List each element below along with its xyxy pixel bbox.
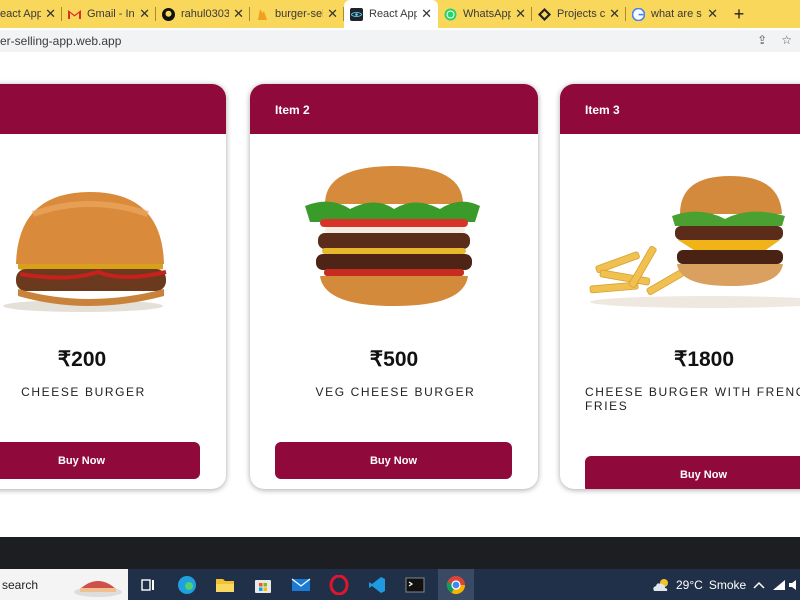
tab-title: Gmail - Inb xyxy=(87,8,135,20)
product-card-1: ₹200 CHEESE BURGER Buy Now xyxy=(0,84,226,489)
windows-taskbar: search 29°C Smoke xyxy=(0,569,800,600)
gmail-icon xyxy=(68,8,81,21)
tab-react-app-active[interactable]: React App ✕ xyxy=(344,0,438,28)
file-explorer-icon[interactable] xyxy=(214,574,236,596)
tab-gmail[interactable]: Gmail - Inb ✕ xyxy=(62,0,156,28)
chevron-up-icon[interactable] xyxy=(748,574,770,596)
product-card-2: Item 2 ₹500 VEG CHEESE BURGER Buy Now xyxy=(250,84,538,489)
close-icon[interactable]: ✕ xyxy=(45,6,56,22)
close-icon[interactable]: ✕ xyxy=(327,6,338,22)
tab-title: burger-sell xyxy=(275,8,324,20)
firebase-icon xyxy=(256,8,269,21)
url-text: er-selling-app.web.app xyxy=(0,34,122,48)
card-product-name: CHEESE BURGER WITH FRENCH FRIES xyxy=(585,385,800,413)
edge-icon[interactable] xyxy=(176,574,198,596)
tab-title: rahul0303 xyxy=(181,8,230,20)
buy-now-button[interactable]: Buy Now xyxy=(0,442,200,479)
tab-github[interactable]: rahul0303 ✕ xyxy=(156,0,250,28)
mail-icon[interactable] xyxy=(290,574,312,596)
tab-whatsapp[interactable]: WhatsApp ✕ xyxy=(438,0,532,28)
close-icon[interactable]: ✕ xyxy=(515,6,526,22)
wifi-icon[interactable] xyxy=(768,574,790,596)
terminal-icon[interactable] xyxy=(404,574,426,596)
card-header: Item 3 xyxy=(560,84,800,134)
card-header xyxy=(0,84,226,134)
tab-title: what are s xyxy=(651,8,702,20)
page-footer-strip xyxy=(0,537,800,569)
tab-google-search[interactable]: what are s ✕ xyxy=(626,0,724,28)
card-product-name: VEG CHEESE BURGER xyxy=(315,385,476,399)
close-icon[interactable]: ✕ xyxy=(139,6,150,22)
card-header: Item 2 xyxy=(250,84,538,134)
card-price: ₹200 xyxy=(57,348,107,371)
github-icon xyxy=(162,7,175,21)
taskbar-search[interactable]: search xyxy=(0,569,128,600)
weather-description: Smoke xyxy=(708,577,747,592)
buy-now-button[interactable]: Buy Now xyxy=(585,456,800,489)
new-tab-button[interactable]: + xyxy=(724,4,754,25)
chrome-icon[interactable] xyxy=(438,569,474,600)
speaker-icon[interactable] xyxy=(788,574,800,596)
react-icon xyxy=(350,7,363,21)
veg-cheese-burger-image xyxy=(250,164,538,314)
tab-title: Projects cr xyxy=(557,8,606,20)
cloud-sun-icon xyxy=(653,578,668,591)
close-icon[interactable]: ✕ xyxy=(421,6,432,22)
whatsapp-icon xyxy=(444,8,457,21)
search-label: search xyxy=(2,577,39,592)
browser-tab-strip: eact App ✕ Gmail - Inb ✕ rahul0303 ✕ bur… xyxy=(0,0,800,28)
tab-react-app-1[interactable]: eact App ✕ xyxy=(0,0,62,28)
card-product-name: CHEESE BURGER xyxy=(21,385,146,399)
tab-title: React App xyxy=(369,8,418,20)
opera-icon[interactable] xyxy=(328,574,350,596)
search-highlight-icon xyxy=(74,581,122,597)
close-icon[interactable]: ✕ xyxy=(707,6,718,22)
bookmark-star-icon[interactable]: ☆ xyxy=(781,33,792,47)
tab-title: WhatsApp xyxy=(463,8,512,20)
tab-title: eact App xyxy=(0,8,42,20)
weather-temperature: 29°C xyxy=(676,577,703,592)
card-price: ₹1800 xyxy=(673,348,735,371)
page-content: ₹200 CHEESE BURGER Buy Now Item 2 ₹500 V… xyxy=(0,54,800,537)
project-icon xyxy=(538,7,551,21)
share-icon[interactable]: ⇪ xyxy=(757,33,767,47)
cheese-burger-image xyxy=(0,164,226,314)
tab-projects[interactable]: Projects cr ✕ xyxy=(532,0,626,28)
card-price: ₹500 xyxy=(369,348,419,371)
address-bar: er-selling-app.web.app ⇪ ☆ xyxy=(0,28,800,54)
url-field[interactable]: er-selling-app.web.app ⇪ ☆ xyxy=(0,30,800,52)
microsoft-store-icon[interactable] xyxy=(252,574,274,596)
tab-burger-selling[interactable]: burger-sell ✕ xyxy=(250,0,344,28)
task-view-icon[interactable] xyxy=(137,574,159,596)
vscode-icon[interactable] xyxy=(366,574,388,596)
google-icon xyxy=(632,7,645,21)
close-icon[interactable]: ✕ xyxy=(609,6,620,22)
product-card-3: Item 3 ₹1800 CHEESE BURGER WITH FRENCH F… xyxy=(560,84,800,489)
close-icon[interactable]: ✕ xyxy=(233,6,244,22)
buy-now-button[interactable]: Buy Now xyxy=(275,442,512,479)
weather-widget[interactable]: 29°C Smoke xyxy=(651,569,746,600)
burger-with-fries-image xyxy=(560,164,800,314)
